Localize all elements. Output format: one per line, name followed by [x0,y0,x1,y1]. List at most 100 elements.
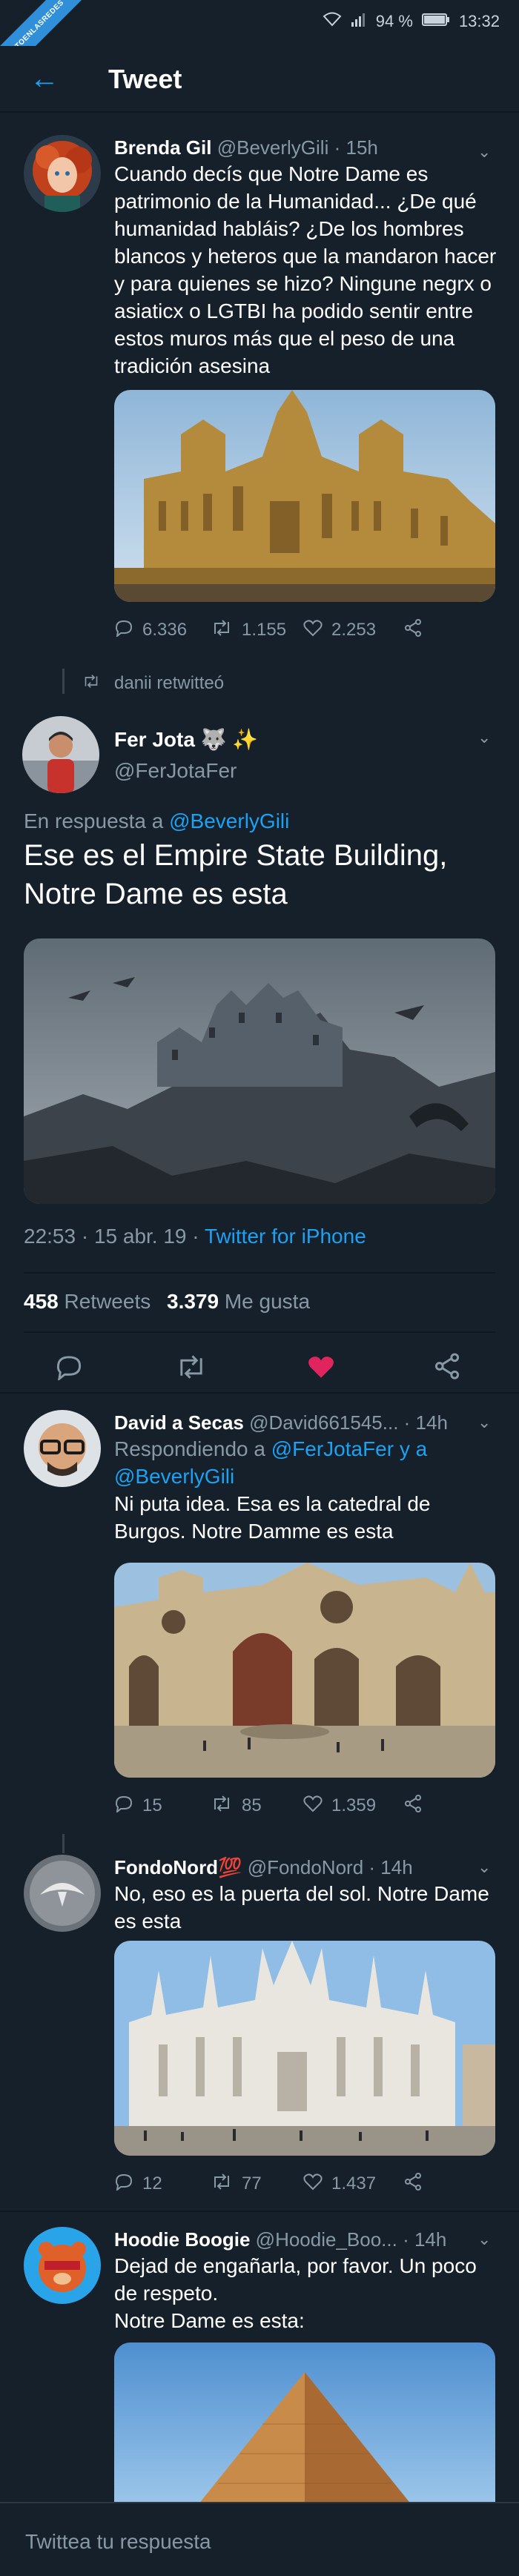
like-count: 2.253 [331,620,377,640]
thread-line [62,669,65,694]
reply-icon[interactable] [55,1354,83,1384]
reply-composer[interactable]: Twittea tu respuesta [0,2502,519,2576]
user-handle[interactable]: @FondoNord [248,1856,363,1878]
wifi-icon [323,12,342,31]
user-handle[interactable]: @FerJotaFer [114,759,237,783]
signal-icon [351,12,367,31]
tweet-header: Brenda Gil @BeverlyGili · 15h [114,135,500,160]
retweet-icon [211,619,233,642]
heart-icon[interactable] [307,1354,335,1384]
heart-icon [303,1795,323,1818]
tweet-image-milan[interactable] [114,1941,495,2156]
like-count: 1.437 [331,2173,377,2193]
name-emoji: 🐺 ✨ [200,728,259,751]
tweet-actions: 15 85 1.359 [114,1791,485,1821]
tweet-image-castle[interactable] [24,938,495,1204]
reply-count: 6.336 [142,620,188,640]
retweet-button[interactable]: 77 [211,2173,303,2196]
tweet-time: · 14h [368,1856,413,1878]
retweeted-by[interactable]: danii retwitteó [82,673,224,694]
display-name[interactable]: Fer Jota [114,728,195,751]
likes-count[interactable]: 3.379 [167,1290,219,1313]
tweet-header: Fer Jota 🐺 ✨ [114,726,258,753]
avatar[interactable] [24,1410,101,1487]
reply-icon [114,2173,133,2196]
tweet-image-pyramid[interactable] [114,2342,495,2502]
tweet-actions: 6.336 1.155 2.253 [114,615,485,645]
retweet-count: 85 [242,1795,262,1815]
user-handle[interactable]: @BeverlyGili [217,136,329,159]
tweet-actions: 12 77 1.437 [114,2169,485,2199]
share-icon[interactable] [433,1352,461,1384]
share-button[interactable] [403,618,423,643]
retweet-button[interactable]: 85 [211,1795,303,1818]
share-button[interactable] [403,1794,423,1818]
retweets-count[interactable]: 458 [24,1290,59,1313]
retweet-icon [82,673,101,694]
tweet-timestamp: 22:53 · 15 abr. 19 · Twitter for iPhone [24,1225,366,1248]
share-icon [403,1794,423,1818]
like-button[interactable]: 1.359 [303,1795,403,1818]
divider [24,1331,495,1333]
avatar[interactable] [22,716,99,793]
reply-input[interactable]: Twittea tu respuesta [25,2530,211,2554]
share-button[interactable] [403,2172,423,2196]
tweet-header: FondoNord💯 @FondoNord · 14h [114,1855,500,1880]
chevron-down-icon[interactable]: ⌄ [477,728,497,747]
heart-icon [303,619,323,642]
retweet-icon [211,2173,233,2196]
display-name[interactable]: David a Secas [114,1411,244,1434]
heart-icon [303,2173,323,2196]
retweets-label[interactable]: Retweets [65,1290,151,1313]
retweet-count: 1.155 [242,620,287,640]
reply-count: 15 [142,1795,162,1815]
tweet-fondonord[interactable]: ⌄ FondoNord💯 @FondoNord · 14h No, eso es… [0,1838,519,2224]
reply-prefix: Respondiendo a [114,1437,265,1460]
user-handle[interactable]: @David661545... [249,1411,398,1434]
avatar[interactable] [24,2227,101,2304]
likes-label[interactable]: Me gusta [225,1290,310,1313]
tweet-ferjota-main: Fer Jota 🐺 ✨ @FerJotaFer ⌄ En respuesta … [0,704,519,1438]
divider [24,1272,495,1274]
reply-context: En respuesta a @BeverlyGili [24,809,289,833]
tweet-text-line: Dejad de engañarla, por favor. Un poco d… [114,2254,477,2305]
page-title: Tweet [108,64,182,94]
tweet-david[interactable]: ⌄ David a Secas @David661545... · 14h Re… [0,1394,519,1838]
tweet-hoodie[interactable]: ⌄ Hoodie Boogie @Hoodie_Boo... · 14h Dej… [0,2212,519,2502]
tweet-image-cathedral[interactable] [114,390,495,602]
status-indicators: 94 % 13:32 [323,12,500,31]
tweet-stats: 458 Retweets 3.379 Me gusta [24,1290,310,1314]
battery-icon [421,12,450,31]
tweet-header: David a Secas @David661545... · 14h [114,1410,500,1435]
like-button[interactable]: 1.437 [303,2173,403,2196]
reply-button[interactable]: 6.336 [114,619,211,642]
like-button[interactable]: 2.253 [303,619,403,642]
reply-to-link[interactable]: @BeverlyGili [169,809,289,832]
display-name[interactable]: Hoodie Boogie [114,2228,250,2251]
reply-button[interactable]: 15 [114,1795,211,1818]
avatar[interactable] [24,1855,101,1932]
tweet-brenda[interactable]: ⌄ Brenda Gil @BeverlyGili · 15h Cuando d… [0,113,519,654]
share-icon [403,618,423,643]
retweet-button[interactable]: 1.155 [211,619,303,642]
app-header: ← Tweet [0,46,519,113]
timestamp-text: 22:53 · 15 abr. 19 · [24,1225,199,1248]
back-arrow-icon[interactable]: ← [30,62,62,95]
tweet-header: Hoodie Boogie @Hoodie_Boo... · 14h [114,2227,500,2252]
tweet-text: Ni puta idea. Esa es la catedral de Burg… [114,1492,431,1543]
retweet-icon[interactable] [175,1354,208,1384]
tweet-image-burgos[interactable] [114,1563,495,1778]
display-name[interactable]: Brenda Gil [114,136,211,159]
reply-icon [114,619,133,642]
reply-button[interactable]: 12 [114,2173,211,2196]
tweet-text-line: Notre Dame es esta: [114,2309,305,2332]
user-handle[interactable]: @Hoodie_Boo... [256,2228,397,2251]
name-emoji: 💯 [218,1856,242,1878]
like-count: 1.359 [331,1795,377,1815]
avatar[interactable] [24,135,101,212]
reply-context: Respondiendo a @FerJotaFer y a @BeverlyG… [114,1435,500,1490]
display-name[interactable]: FondoNord [114,1856,218,1878]
reply-icon [114,1795,133,1818]
client-link[interactable]: Twitter for iPhone [205,1225,366,1248]
reply-prefix: En respuesta a [24,809,164,832]
